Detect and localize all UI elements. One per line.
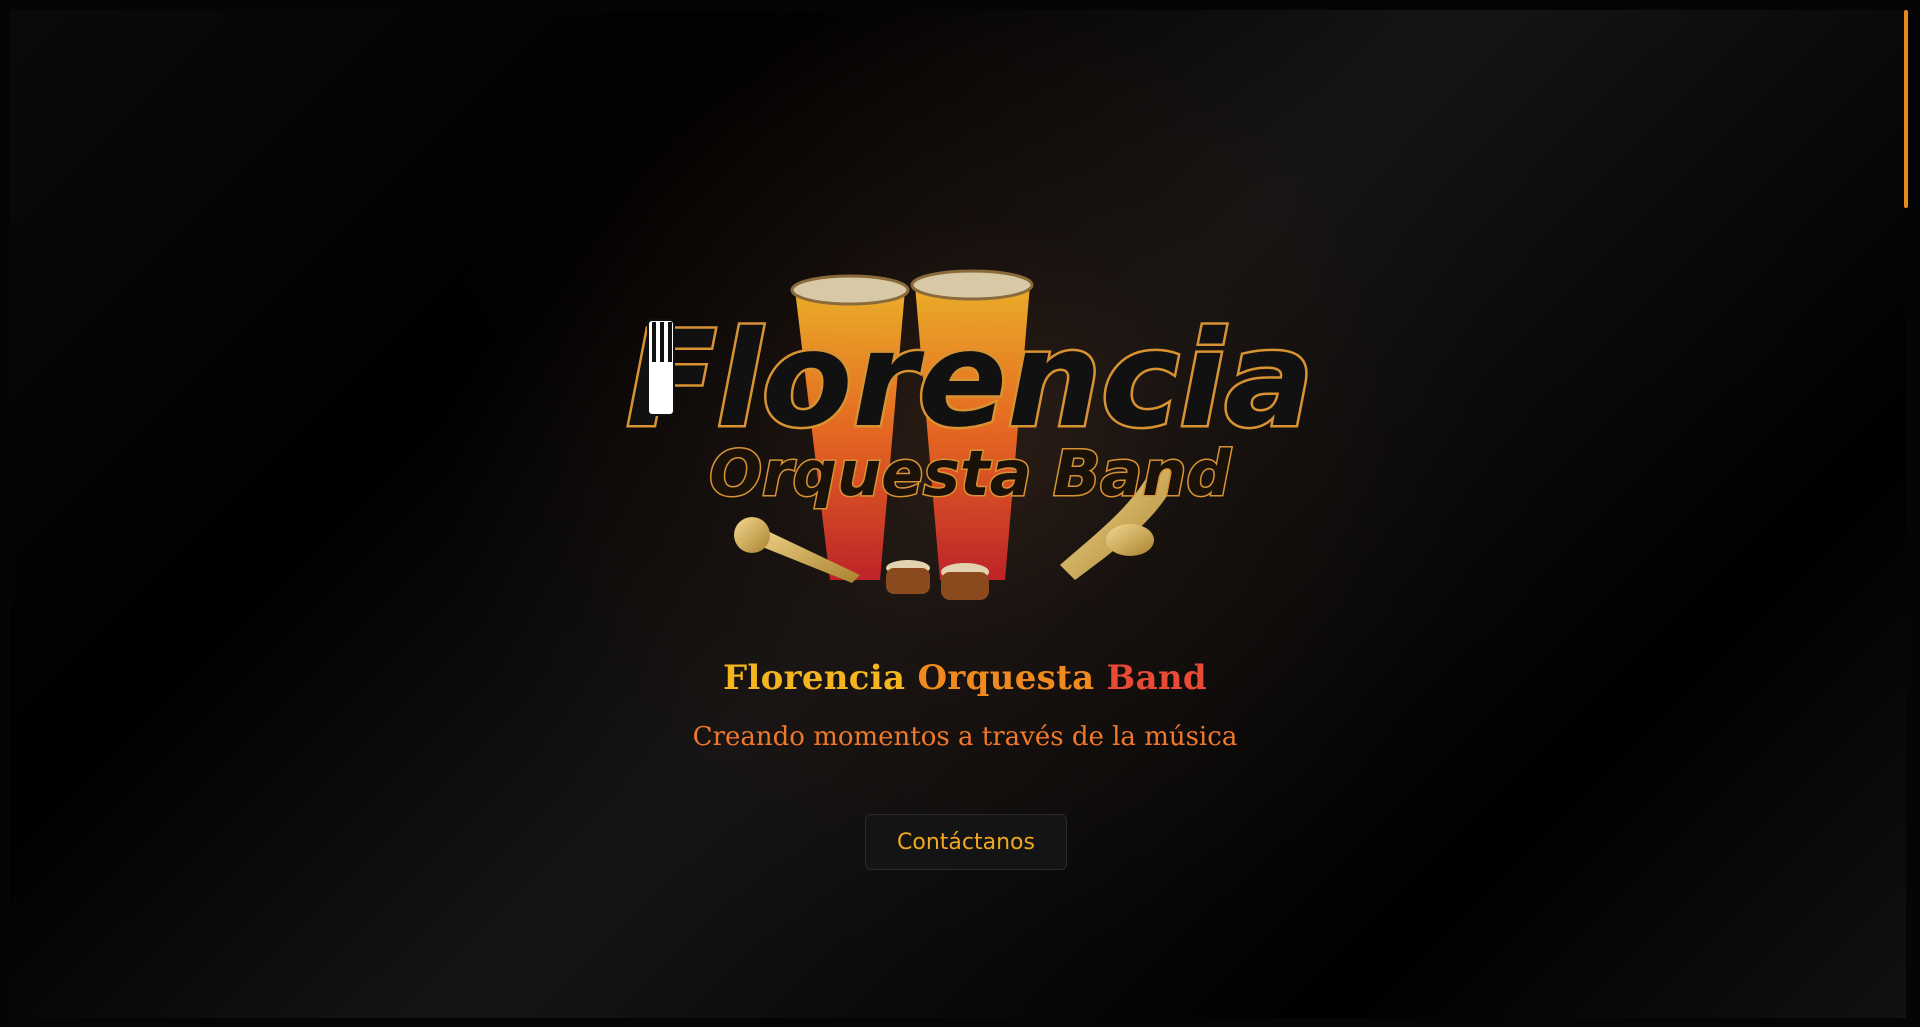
title-word-florencia: Florencia bbox=[722, 658, 906, 698]
svg-text:Florencia: Florencia bbox=[626, 303, 1313, 457]
hero-title: Florencia Orquesta Band bbox=[10, 658, 1906, 698]
title-word-orquesta: Orquesta bbox=[917, 658, 1095, 698]
svg-text:Orquesta Band: Orquesta Band bbox=[709, 437, 1231, 510]
hero-subtitle: Creando momentos a través de la música bbox=[692, 722, 1238, 752]
contact-button[interactable]: Contáctanos bbox=[865, 814, 1067, 870]
scrollbar-thumb[interactable] bbox=[1904, 10, 1908, 208]
bongo-drums-icon bbox=[886, 560, 989, 600]
logo-wordmark: Florencia Orquesta Band bbox=[624, 301, 1316, 512]
title-word-band: Band bbox=[1106, 658, 1208, 698]
band-logo: Florencia Orquesta Band bbox=[624, 269, 1316, 600]
page-scrollbar[interactable] bbox=[1904, 10, 1908, 1018]
piano-keys-icon bbox=[647, 319, 675, 416]
hero-section: Florencia Orquesta Band Florencia Orques… bbox=[10, 10, 1906, 1018]
